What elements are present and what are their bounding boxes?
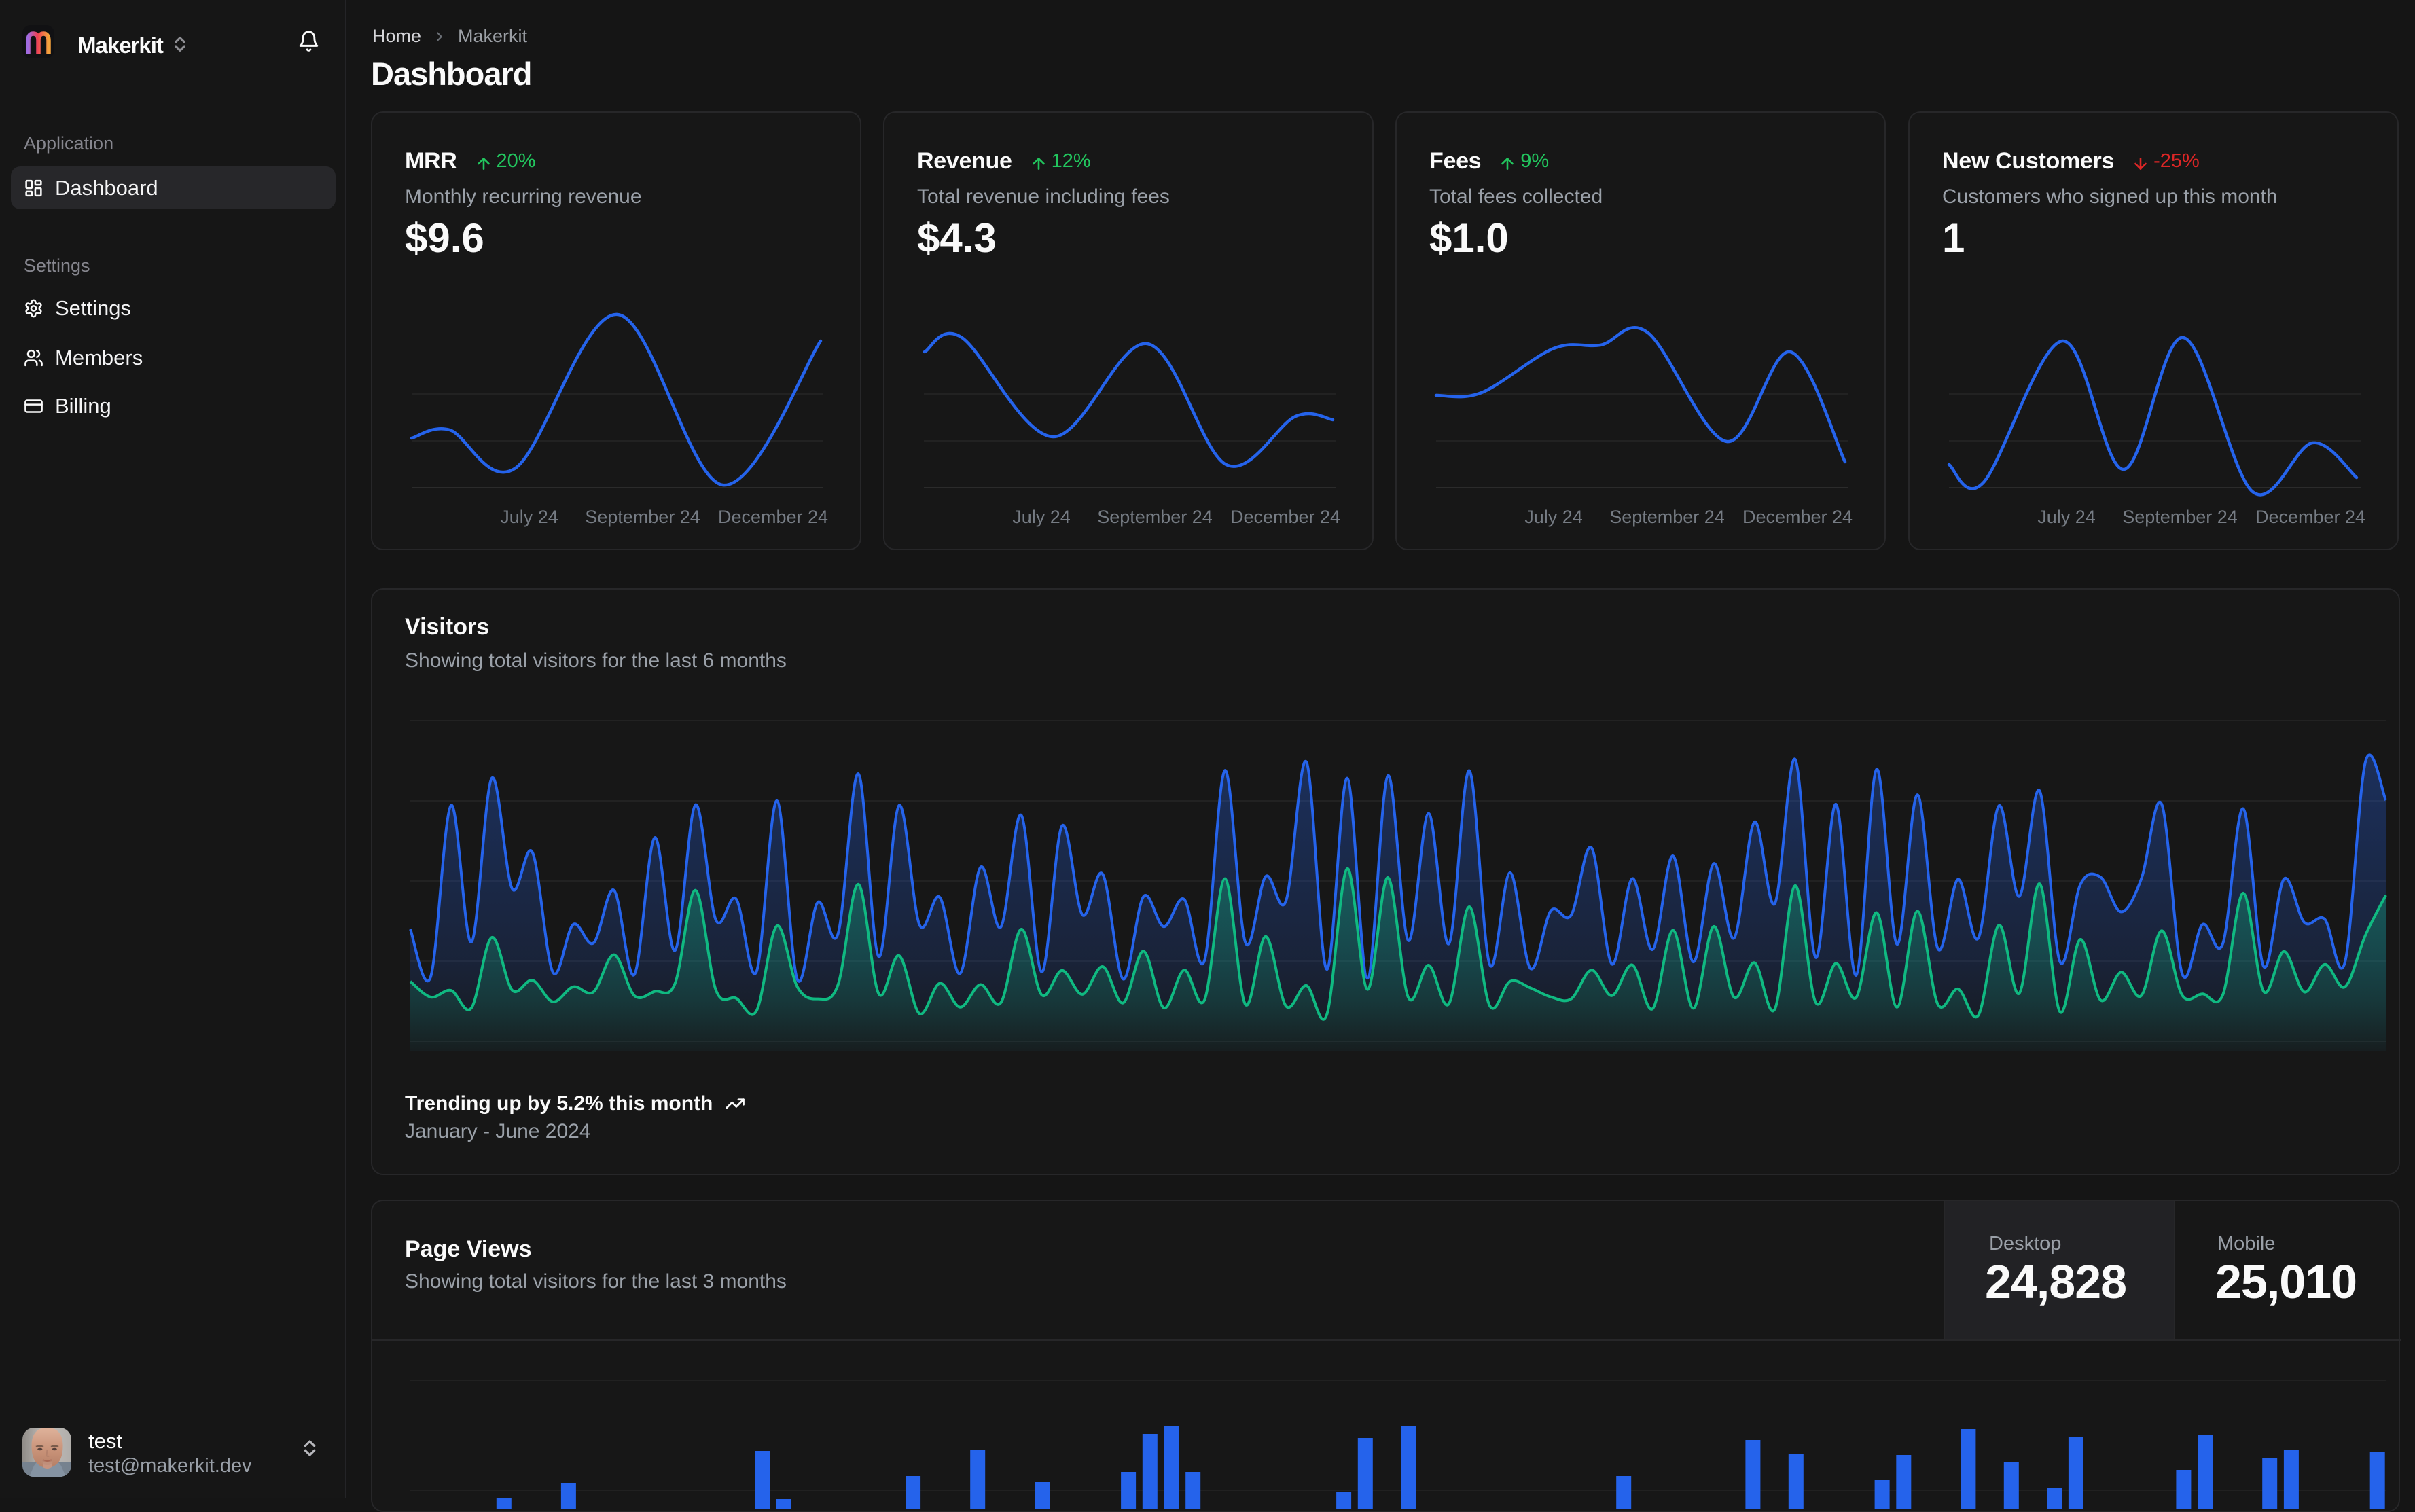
svg-text:December 24: December 24 bbox=[718, 507, 828, 527]
svg-text:July 24: July 24 bbox=[2037, 507, 2096, 527]
svg-text:December 24: December 24 bbox=[1230, 507, 1340, 527]
svg-text:December 24: December 24 bbox=[1742, 507, 1853, 527]
svg-text:September 24: September 24 bbox=[585, 507, 700, 527]
svg-text:September 24: September 24 bbox=[1097, 507, 1213, 527]
svg-text:July 24: July 24 bbox=[500, 507, 558, 527]
svg-text:September 24: September 24 bbox=[1609, 507, 1725, 527]
svg-text:July 24: July 24 bbox=[1012, 507, 1071, 527]
svg-text:December 24: December 24 bbox=[2255, 507, 2365, 527]
svg-text:July 24: July 24 bbox=[1524, 507, 1583, 527]
svg-text:September 24: September 24 bbox=[2122, 507, 2238, 527]
